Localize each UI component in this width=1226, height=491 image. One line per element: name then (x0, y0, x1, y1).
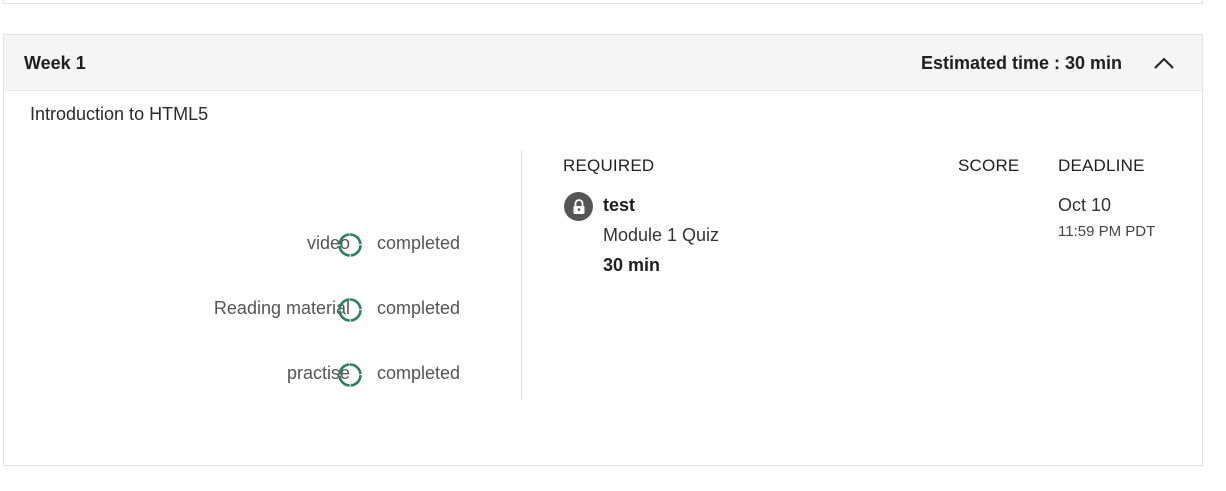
chevron-up-icon[interactable] (1152, 51, 1176, 75)
score-header: SCORE (958, 156, 1020, 175)
required-header: REQUIRED (563, 156, 655, 175)
week-header[interactable]: Week 1 Estimated time : 30 min (4, 35, 1202, 91)
progress-ring-icon (337, 297, 363, 323)
lock-icon (564, 192, 593, 221)
week-card: Week 1 Estimated time : 30 min (3, 34, 1203, 466)
progress-status: completed (377, 363, 461, 383)
week-title: Week 1 (24, 53, 86, 73)
progress-ring-icon (337, 362, 363, 388)
column-divider (521, 151, 522, 400)
estimated-time: Estimated time : 30 min (920, 53, 1122, 73)
deadline-time: 11:59 PM PDT (1058, 223, 1156, 240)
deadline-date: Oct 10 (1058, 195, 1112, 215)
deadline-header: DEADLINE (1058, 156, 1145, 175)
progress-label[interactable]: Reading material (214, 298, 350, 319)
progress-status: completed (377, 233, 461, 253)
assessment-duration: 30 min (603, 255, 661, 275)
assessment-subtitle: Module 1 Quiz (603, 225, 720, 245)
module-title: Introduction to HTML5 (30, 104, 209, 124)
progress-ring-icon (337, 232, 363, 258)
progress-status: completed (377, 298, 461, 318)
assessment-name[interactable]: test (603, 195, 635, 216)
previous-card (3, 0, 1203, 4)
